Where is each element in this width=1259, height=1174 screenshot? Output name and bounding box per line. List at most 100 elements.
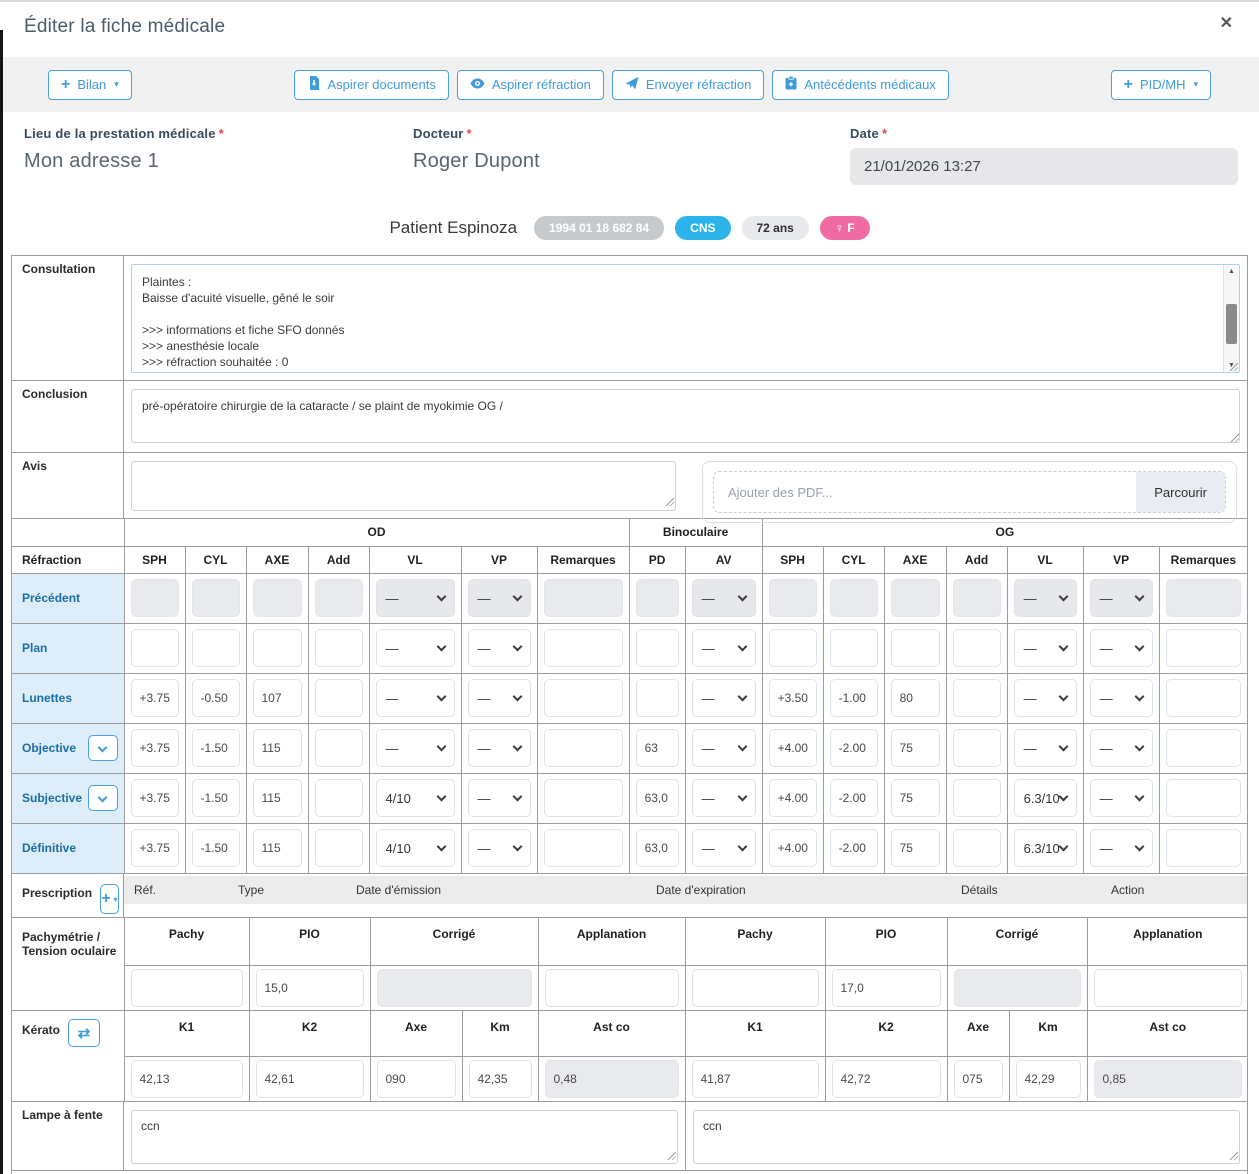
refraction-definitive-od-remarques-input[interactable] bbox=[544, 829, 623, 867]
refraction-precedent-og-add-input[interactable] bbox=[953, 579, 1001, 617]
pachy-og-pio-input[interactable] bbox=[832, 969, 941, 1007]
avis-textarea[interactable] bbox=[131, 461, 676, 511]
refraction-subjective-od-vp-select[interactable]: — bbox=[468, 779, 531, 817]
refraction-precedent-av-select[interactable]: — bbox=[692, 579, 756, 617]
refraction-definitive-od-vp-select[interactable]: — bbox=[468, 829, 531, 867]
refraction-precedent-od-axe-input[interactable] bbox=[253, 579, 302, 617]
refraction-lunettes-od-vp-select[interactable]: — bbox=[468, 679, 531, 717]
kerato-od-ast-input[interactable] bbox=[545, 1060, 679, 1098]
refraction-definitive-od-sph-input[interactable] bbox=[131, 829, 179, 867]
slit-lamp-og-textarea[interactable]: ccn bbox=[693, 1110, 1240, 1164]
refraction-lunettes-od-cyl-input[interactable] bbox=[192, 679, 240, 717]
pachy-od-applanation-input[interactable] bbox=[545, 969, 679, 1007]
consultation-textarea[interactable]: Plaintes : Baisse d'acuité visuelle, gên… bbox=[132, 265, 1222, 372]
refraction-definitive-od-axe-input[interactable] bbox=[253, 829, 302, 867]
refraction-subjective-od-vl-select[interactable]: 4/10 bbox=[376, 779, 455, 817]
kerato-og-k1-input[interactable] bbox=[692, 1060, 819, 1098]
refraction-plan-od-vl-select[interactable]: — bbox=[376, 629, 455, 667]
refraction-plan-og-cyl-input[interactable] bbox=[830, 629, 878, 667]
refraction-plan-og-vl-select[interactable]: — bbox=[1014, 629, 1077, 667]
refraction-lunettes-og-remarques-input[interactable] bbox=[1166, 679, 1242, 717]
refraction-lunettes-od-vl-select[interactable]: — bbox=[376, 679, 455, 717]
kerato-od-k1-input[interactable] bbox=[131, 1060, 243, 1098]
pachy-og-applanation-input[interactable] bbox=[1094, 969, 1243, 1007]
browse-button[interactable]: Parcourir bbox=[1136, 472, 1225, 512]
refraction-definitive-av-select[interactable]: — bbox=[692, 829, 756, 867]
pid-mh-button[interactable]: + PID/MH ▾ bbox=[1111, 70, 1211, 100]
kerato-swap-button[interactable]: ⇄ bbox=[68, 1019, 100, 1047]
refraction-definitive-og-sph-input[interactable] bbox=[769, 829, 817, 867]
refraction-plan-og-sph-input[interactable] bbox=[769, 629, 817, 667]
refraction-definitive-og-vp-select[interactable]: — bbox=[1090, 829, 1153, 867]
refraction-lunettes-pd-input[interactable] bbox=[636, 679, 679, 717]
refraction-objective-od-add-input[interactable] bbox=[315, 729, 363, 767]
refraction-precedent-od-vp-select[interactable]: — bbox=[468, 579, 531, 617]
refraction-precedent-od-vl-select[interactable]: — bbox=[376, 579, 455, 617]
kerato-og-km-input[interactable] bbox=[1016, 1060, 1081, 1098]
objective-expand-button[interactable] bbox=[88, 735, 118, 761]
refraction-objective-og-axe-input[interactable] bbox=[891, 729, 940, 767]
refraction-subjective-pd-input[interactable] bbox=[636, 779, 679, 817]
refraction-objective-og-sph-input[interactable] bbox=[769, 729, 817, 767]
refraction-precedent-og-remarques-input[interactable] bbox=[1166, 579, 1242, 617]
refraction-definitive-og-cyl-input[interactable] bbox=[830, 829, 878, 867]
refraction-subjective-od-remarques-input[interactable] bbox=[544, 779, 623, 817]
refraction-objective-av-select[interactable]: — bbox=[692, 729, 756, 767]
refraction-objective-og-remarques-input[interactable] bbox=[1166, 729, 1242, 767]
pachy-od-pio-input[interactable] bbox=[256, 969, 364, 1007]
aspirer-documents-button[interactable]: Aspirer documents bbox=[294, 70, 449, 100]
kerato-od-km-input[interactable] bbox=[469, 1060, 532, 1098]
refraction-precedent-og-cyl-input[interactable] bbox=[830, 579, 878, 617]
refraction-subjective-od-add-input[interactable] bbox=[315, 779, 363, 817]
refraction-plan-av-select[interactable]: — bbox=[692, 629, 756, 667]
refraction-lunettes-og-vl-select[interactable]: — bbox=[1014, 679, 1077, 717]
close-icon[interactable]: ✕ bbox=[1220, 16, 1233, 32]
refraction-subjective-og-add-input[interactable] bbox=[953, 779, 1001, 817]
refraction-precedent-og-axe-input[interactable] bbox=[891, 579, 940, 617]
refraction-definitive-og-add-input[interactable] bbox=[953, 829, 1001, 867]
refraction-lunettes-od-sph-input[interactable] bbox=[131, 679, 179, 717]
refraction-plan-og-axe-input[interactable] bbox=[891, 629, 940, 667]
refraction-precedent-od-remarques-input[interactable] bbox=[544, 579, 623, 617]
pachy-og-pachy-input[interactable] bbox=[692, 969, 819, 1007]
refraction-plan-od-remarques-input[interactable] bbox=[544, 629, 623, 667]
kerato-og-axe-input[interactable] bbox=[954, 1060, 1003, 1098]
envoyer-refraction-button[interactable]: Envoyer réfraction bbox=[612, 70, 765, 100]
refraction-objective-od-remarques-input[interactable] bbox=[544, 729, 623, 767]
refraction-definitive-og-vl-select[interactable]: 6.3/10 bbox=[1014, 829, 1077, 867]
refraction-precedent-pd-input[interactable] bbox=[636, 579, 679, 617]
refraction-plan-od-add-input[interactable] bbox=[315, 629, 363, 667]
refraction-definitive-og-axe-input[interactable] bbox=[891, 829, 940, 867]
add-prescription-button[interactable]: + ▾ bbox=[100, 884, 119, 914]
kerato-og-ast-input[interactable] bbox=[1094, 1060, 1243, 1098]
refraction-precedent-od-cyl-input[interactable] bbox=[192, 579, 240, 617]
refraction-subjective-od-axe-input[interactable] bbox=[253, 779, 302, 817]
refraction-lunettes-og-cyl-input[interactable] bbox=[830, 679, 878, 717]
slit-lamp-od-textarea[interactable]: ccn bbox=[131, 1110, 678, 1164]
refraction-objective-od-vl-select[interactable]: — bbox=[376, 729, 455, 767]
refraction-plan-pd-input[interactable] bbox=[636, 629, 679, 667]
scrollbar-thumb[interactable] bbox=[1226, 304, 1237, 345]
aspirer-refraction-button[interactable]: Aspirer réfraction bbox=[457, 70, 604, 100]
kerato-od-axe-input[interactable] bbox=[377, 1060, 456, 1098]
refraction-objective-og-cyl-input[interactable] bbox=[830, 729, 878, 767]
refraction-objective-pd-input[interactable] bbox=[636, 729, 679, 767]
refraction-objective-og-add-input[interactable] bbox=[953, 729, 1001, 767]
refraction-plan-og-add-input[interactable] bbox=[953, 629, 1001, 667]
refraction-lunettes-og-add-input[interactable] bbox=[953, 679, 1001, 717]
pachy-od-pachy-input[interactable] bbox=[131, 969, 243, 1007]
refraction-lunettes-og-vp-select[interactable]: — bbox=[1090, 679, 1153, 717]
refraction-precedent-og-sph-input[interactable] bbox=[769, 579, 817, 617]
refraction-plan-od-vp-select[interactable]: — bbox=[468, 629, 531, 667]
refraction-subjective-og-sph-input[interactable] bbox=[769, 779, 817, 817]
date-input[interactable]: 21/01/2026 13:27 bbox=[850, 148, 1238, 185]
refraction-precedent-od-add-input[interactable] bbox=[315, 579, 363, 617]
refraction-subjective-od-sph-input[interactable] bbox=[131, 779, 179, 817]
refraction-definitive-od-vl-select[interactable]: 4/10 bbox=[376, 829, 455, 867]
refraction-lunettes-av-select[interactable]: — bbox=[692, 679, 756, 717]
refraction-subjective-av-select[interactable]: — bbox=[692, 779, 756, 817]
kerato-og-k2-input[interactable] bbox=[832, 1060, 941, 1098]
refraction-subjective-og-remarques-input[interactable] bbox=[1166, 779, 1242, 817]
refraction-lunettes-od-axe-input[interactable] bbox=[253, 679, 302, 717]
refraction-precedent-og-vp-select[interactable]: — bbox=[1090, 579, 1153, 617]
